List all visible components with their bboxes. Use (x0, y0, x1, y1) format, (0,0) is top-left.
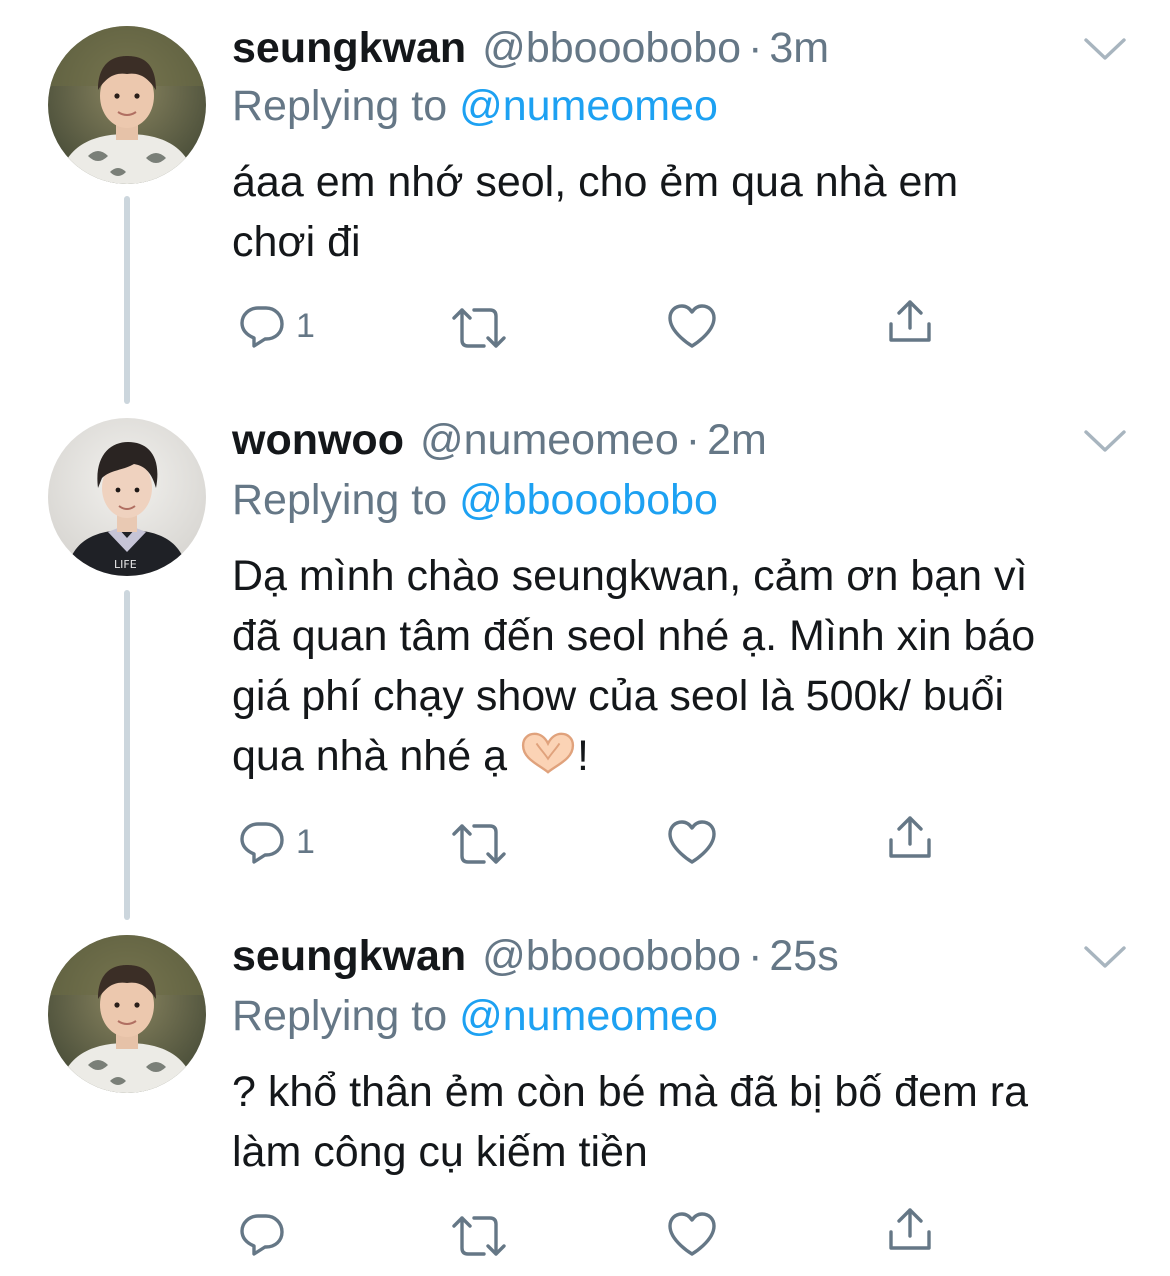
tweet-text-line: qua nhà nhé ạ ! (232, 726, 1132, 786)
replying-to-label: Replying to (232, 82, 460, 130)
retweet-button[interactable] (452, 304, 508, 352)
like-button[interactable] (666, 818, 718, 866)
retweet-button[interactable] (452, 1212, 508, 1260)
avatar[interactable] (48, 26, 206, 184)
replying-to: Replying to @numeomeo (232, 990, 718, 1042)
tweet-text: ? khổ thân ẻm còn bé mà đã bị bố đem ra … (232, 1062, 1132, 1182)
mention-link[interactable]: @numeomeo (459, 992, 718, 1040)
reply-icon (238, 302, 286, 350)
like-icon (666, 818, 718, 866)
reply-icon (238, 1210, 286, 1258)
tweet-text-line: làm công cụ kiếm tiền (232, 1128, 648, 1176)
tweet-text-line: áaa em nhớ seol, cho ẻm qua nhà em (232, 158, 959, 206)
tweet-text-segment: qua nhà nhé ạ (232, 732, 507, 780)
like-icon (666, 302, 718, 350)
display-name[interactable]: seungkwan (232, 22, 466, 74)
reply-button[interactable]: 1 (238, 818, 315, 866)
thread-line (124, 196, 130, 404)
username[interactable]: @numeomeo (420, 414, 679, 466)
mention-link[interactable]: @numeomeo (459, 82, 718, 130)
thread-line (124, 590, 130, 920)
display-name[interactable]: wonwoo (232, 414, 404, 466)
timestamp[interactable]: 25s (769, 930, 838, 982)
tweet-header: wonwoo @numeomeo · 2m (232, 414, 767, 466)
retweet-button[interactable] (452, 820, 508, 868)
mention-link[interactable]: @bbooobobo (459, 476, 718, 524)
tweet-text-line: Dạ mình chào seungkwan, cảm ơn bạn vì (232, 552, 1028, 600)
tweet-header: seungkwan @bbooobobo · 3m (232, 22, 829, 74)
chevron-down-icon[interactable] (1082, 34, 1128, 64)
share-button[interactable] (886, 814, 934, 862)
reply-button[interactable] (238, 1210, 296, 1258)
tweet-text-line: đã quan tâm đến seol nhé ạ. Mình xin báo (232, 612, 1036, 660)
username[interactable]: @bbooobobo (482, 22, 741, 74)
share-icon (886, 1206, 934, 1254)
username[interactable]: @bbooobobo (482, 930, 741, 982)
tweet-text-line: giá phí chạy show của seol là 500k/ buổi (232, 672, 1005, 720)
retweet-icon (452, 1212, 508, 1260)
retweet-icon (452, 304, 508, 352)
separator-dot: · (748, 24, 763, 72)
reply-icon (238, 818, 286, 866)
reply-count: 1 (296, 306, 315, 345)
reply-button[interactable]: 1 (238, 302, 315, 350)
separator-dot: · (748, 932, 763, 980)
retweet-icon (452, 820, 508, 868)
share-icon (886, 298, 934, 346)
svg-text:LIFE: LIFE (114, 558, 137, 571)
like-button[interactable] (666, 302, 718, 350)
timestamp[interactable]: 3m (769, 22, 829, 74)
like-icon (666, 1210, 718, 1258)
tweet-text-segment: ! (576, 732, 589, 780)
chevron-down-icon[interactable] (1082, 426, 1128, 456)
replying-to: Replying to @bbooobobo (232, 474, 718, 526)
chevron-down-icon[interactable] (1082, 942, 1128, 972)
replying-to-label: Replying to (232, 992, 460, 1040)
share-icon (886, 814, 934, 862)
share-button[interactable] (886, 298, 934, 346)
tweet-text: áaa em nhớ seol, cho ẻm qua nhà em chơi … (232, 152, 1132, 272)
avatar[interactable] (48, 935, 206, 1093)
avatar[interactable]: LIFE (48, 418, 206, 576)
reply-count: 1 (296, 822, 315, 861)
like-button[interactable] (666, 1210, 718, 1258)
display-name[interactable]: seungkwan (232, 930, 466, 982)
separator-dot: · (685, 416, 701, 464)
heart-hands-icon (519, 730, 577, 776)
replying-to-label: Replying to (232, 476, 460, 524)
share-button[interactable] (886, 1206, 934, 1254)
tweet-header: seungkwan @bbooobobo · 25s (232, 930, 839, 982)
tweet-text-line: chơi đi (232, 218, 361, 266)
tweet-text: Dạ mình chào seungkwan, cảm ơn bạn vì đã… (232, 546, 1132, 786)
replying-to: Replying to @numeomeo (232, 80, 718, 132)
timestamp[interactable]: 2m (707, 414, 767, 466)
tweet-text-line: ? khổ thân ẻm còn bé mà đã bị bố đem ra (232, 1068, 1028, 1116)
